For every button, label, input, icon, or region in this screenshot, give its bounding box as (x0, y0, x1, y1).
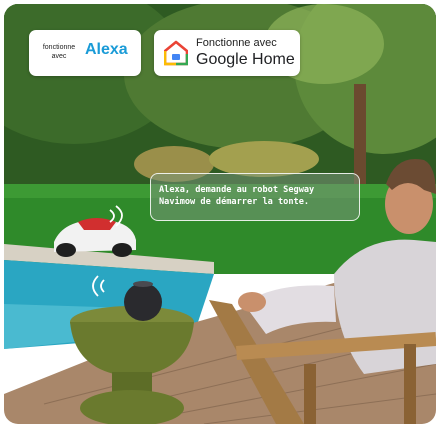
google-home-badge: Fonctionne avec Google Home (154, 30, 300, 76)
flower-bush (209, 141, 319, 177)
smart-speaker (124, 283, 162, 321)
promo-image: fonctionne avec Alexa Fonctionne avec Go… (4, 4, 436, 424)
voice-command-bubble: Alexa, demande au robot Segway Navimow d… (150, 173, 360, 221)
voice-command-text: Alexa, demande au robot Segway Navimow d… (159, 185, 315, 207)
google-home-logo-text: Google Home (196, 51, 295, 68)
alexa-logo: Alexa (85, 41, 128, 58)
google-home-badge-prefix: Fonctionne avec (196, 37, 277, 49)
alexa-badge: fonctionne avec Alexa (29, 30, 141, 76)
google-home-icon (164, 40, 188, 66)
alexa-badge-prefix: fonctionne avec (42, 44, 76, 60)
